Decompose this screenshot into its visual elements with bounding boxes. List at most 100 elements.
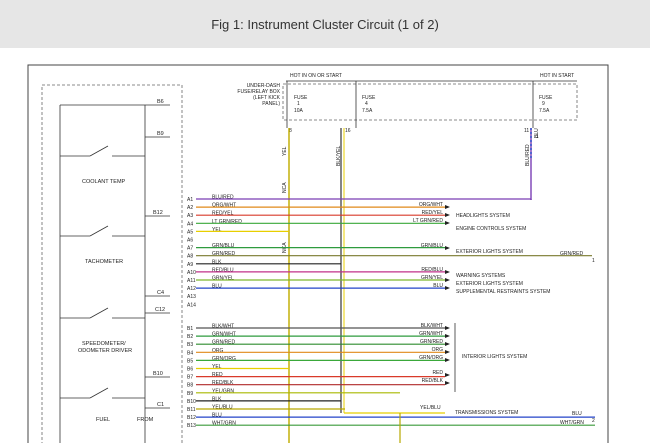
conn-a-wire-label: GRN/RED <box>212 251 235 257</box>
conn-a-wire-label: GRN/BLU <box>212 243 235 249</box>
pin-c4: C4 <box>157 290 164 296</box>
conn-a-pin-a12: A12 <box>187 286 196 292</box>
yel-blu-label: YEL/BLU <box>420 405 441 411</box>
system-interior-lights: INTERIOR LIGHTS SYSTEM <box>462 354 527 360</box>
system-exterior-lights-1: EXTERIOR LIGHTS SYSTEM <box>456 249 523 255</box>
connector-b-right-labels: BLK/WHT GRN/WHT GRN/RED ORG GRN/ORG RED RED/BL… <box>419 323 450 385</box>
right-b-arrow <box>445 326 450 330</box>
conn-a-wire-label: BLU/RED <box>212 195 234 201</box>
conn-a-wire-label: BLU <box>212 284 222 290</box>
figure-title: Fig 1: Instrument Cluster Circuit (1 of … <box>0 0 650 48</box>
offpage-connector-2: 2 <box>592 418 595 424</box>
blu-red-vertical-label: BLU/RED <box>525 144 531 166</box>
conn-b-pin-b8: B8 <box>187 383 193 389</box>
right-a-wire-label: BLU <box>433 283 443 289</box>
fuel-label: FUEL <box>96 417 110 423</box>
right-a-wire-label: RED/BLU <box>421 267 443 273</box>
pin-b6: B6 <box>157 99 164 105</box>
conn-a-wire-label: LT GRN/RED <box>212 219 242 225</box>
grn-red-right-label: GRN/RED <box>560 251 583 257</box>
wiring-diagram: COOLANT TEMP TACHOMETER SPEEDOMETER/ ODO… <box>0 48 650 448</box>
fuse2-amp: 7.5A <box>362 108 373 114</box>
conn-a-pin-a7: A7 <box>187 246 193 252</box>
right-a-wire-label: GRN/BLU <box>421 243 444 249</box>
conn-b-pin-b1: B1 <box>187 326 193 332</box>
right-b-arrow <box>445 373 450 377</box>
conn-a-pin-a10: A10 <box>187 270 196 276</box>
conn-b-pin-b13: B13 <box>187 423 196 429</box>
right-a-wire-label: GRN/YEL <box>421 275 443 281</box>
conn-a-pin-a8: A8 <box>187 254 193 260</box>
pin-c12: C12 <box>155 307 165 313</box>
pin-c1: C1 <box>157 402 164 408</box>
wht-grn-right-label: WHT/GRN <box>560 420 584 426</box>
wiring-diagram-svg: COOLANT TEMP TACHOMETER SPEEDOMETER/ ODO… <box>27 64 609 448</box>
conn-a-pin-a3: A3 <box>187 213 193 219</box>
fuse3-amp: 7.5A <box>539 108 550 114</box>
hot-in-on-or-start: HOT IN ON OR START <box>290 73 342 79</box>
right-a-arrow <box>445 205 450 209</box>
fuse-symbols <box>286 81 534 128</box>
speedometer-label-2: ODOMETER DRIVER <box>78 348 132 354</box>
conn-b-pin-b10: B10 <box>187 399 196 405</box>
fuse2-num: 4 <box>365 101 368 107</box>
right-b-wire-label: GRN/WHT <box>419 331 443 337</box>
system-supplemental-restraints: SUPPLEMENTAL RESTRAINTS SYSTEM <box>456 289 550 295</box>
conn-a-wire-label: RED/YEL <box>212 211 234 217</box>
system-transmissions: TRANSMISSIONS SYSTEM <box>455 410 518 416</box>
right-a-arrow <box>445 246 450 250</box>
conn-b-pin-b12: B12 <box>187 415 196 421</box>
right-a-arrow <box>445 278 450 282</box>
conn-a-wire-label: GRN/YEL <box>212 276 234 282</box>
blk-yel-vertical-label: BLK/YEL <box>336 145 342 166</box>
conn-b-pin-b5: B5 <box>187 358 193 364</box>
speedometer-label-1: SPEEDOMETER/ <box>82 341 126 347</box>
coolant-temp-label: COOLANT TEMP <box>82 179 126 185</box>
conn-b-pin-b11: B11 <box>187 407 196 413</box>
right-a-wire-label: ORG/WHT <box>419 202 443 208</box>
right-b-arrow <box>445 342 450 346</box>
right-a-wire-label: LT GRN/RED <box>413 218 443 224</box>
conn-a-wire-label: ORG/WHT <box>212 203 236 209</box>
right-b-wire-label: BLK/WHT <box>421 323 443 329</box>
right-b-wire-label: RED <box>432 370 443 376</box>
conn-b-pin-b6: B6 <box>187 367 193 373</box>
conn-a-pin-a1: A1 <box>187 197 193 203</box>
fuse1-num: 1 <box>297 101 300 107</box>
fuse1-amp: 10A <box>294 108 304 114</box>
conn-a-pin-a11: A11 <box>187 278 196 284</box>
right-b-wire-label: ORG <box>432 347 444 353</box>
conn-a-pin-a13: A13 <box>187 294 196 300</box>
right-a-arrow <box>445 221 450 225</box>
fuse2-pin: 16 <box>345 128 351 134</box>
conn-a-pin-a4: A4 <box>187 221 193 227</box>
conn-a-wire-label: RED/BLU <box>212 267 234 273</box>
system-engine-controls: ENGINE CONTROLS SYSTEM <box>456 226 526 232</box>
system-headlights: HEADLIGHTS SYSTEM <box>456 213 510 219</box>
conn-a-pin-a2: A2 <box>187 205 193 211</box>
pin-b9: B9 <box>157 131 164 137</box>
from-label: FROM <box>137 417 154 423</box>
conn-a-pin-a14: A14 <box>187 302 196 308</box>
underdash-label-4: PANEL) <box>262 101 280 107</box>
conn-b-pin-b7: B7 <box>187 375 193 381</box>
hot-in-start: HOT IN START <box>540 73 574 79</box>
conn-a-pin-a5: A5 <box>187 229 193 235</box>
right-b-arrow <box>445 350 450 354</box>
right-a-arrow <box>445 270 450 274</box>
right-b-wire-label: RED/BLK <box>422 378 444 384</box>
conn-b-pin-b4: B4 <box>187 350 193 356</box>
right-b-arrow <box>445 334 450 338</box>
right-b-wire-label: GRN/ORG <box>419 355 443 361</box>
conn-a-pin-a9: A9 <box>187 262 193 268</box>
pin-b10: B10 <box>153 371 163 377</box>
blu-vertical-label: BLU <box>534 128 540 138</box>
fuse3-num: 9 <box>542 101 545 107</box>
nca-label-1: NCA <box>282 182 288 193</box>
right-b-arrow <box>445 381 450 385</box>
system-warning: WARNING SYSTEMS <box>456 273 506 279</box>
yel-vertical-label: YEL <box>282 146 288 156</box>
tachometer-label: TACHOMETER <box>85 259 123 265</box>
system-exterior-lights-2: EXTERIOR LIGHTS SYSTEM <box>456 281 523 287</box>
right-b-arrow <box>445 358 450 362</box>
